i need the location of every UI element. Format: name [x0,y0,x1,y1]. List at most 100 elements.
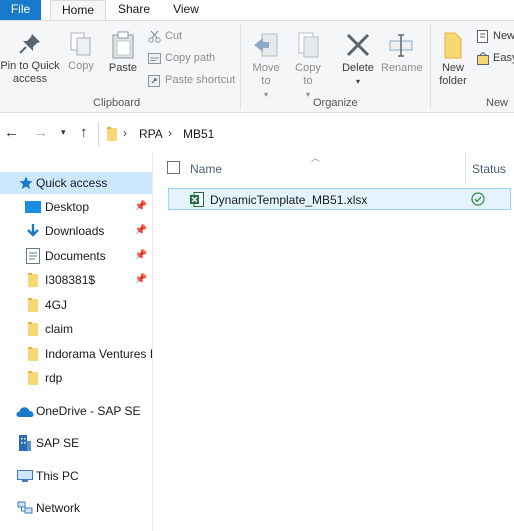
organize-group-label: Organize [313,97,358,109]
breadcrumb-mb51[interactable]: MB51 [183,127,214,141]
desktop-icon [25,201,41,213]
nav-item-label: I308381$ [45,273,96,287]
tab-view[interactable]: View [172,0,200,20]
file-name: DynamicTemplate_MB51.xlsx [210,193,368,207]
address-field[interactable]: › RPA › MB51 [98,122,514,146]
ribbon: Pin to Quick access Copy Paste Cut Copy … [0,20,514,113]
delete-x-icon [346,33,370,57]
nav-this-pc-label: This PC [36,469,79,483]
nav-item-desktop[interactable]: Desktop 📌 [0,196,152,218]
onedrive-cloud-icon [16,407,34,417]
breadcrumb-rpa[interactable]: RPA [139,127,163,141]
delete-label: Delete [342,62,374,74]
nav-item-label: Documents [45,249,106,263]
move-to-button[interactable]: Move to ▾ [248,31,284,101]
recent-locations-chevron-icon[interactable]: ▾ [61,127,66,138]
folder-icon [28,347,38,361]
nav-this-pc[interactable]: This PC [0,465,152,487]
new-group-label: New [486,97,509,109]
breadcrumb-separator-icon: › [168,126,172,140]
clipboard-group-label: Clipboard [93,97,141,109]
scissors-icon [148,30,161,43]
delete-button[interactable]: Delete ▾ [339,31,377,88]
ribbon-separator [240,24,241,110]
paste-label: Paste [108,62,138,74]
move-to-label: Move to [252,62,280,87]
column-divider[interactable] [465,152,466,184]
nav-item-rdp[interactable]: rdp [0,367,152,389]
cut-button[interactable]: Cut [148,27,182,45]
move-to-dropdown-arrow: ▾ [263,90,268,99]
nav-item-label: Downloads [45,224,105,238]
nav-sap-se-label: SAP SE [36,436,80,450]
nav-item-i308381[interactable]: I308381$ 📌 [0,269,152,291]
nav-quick-access-label: Quick access [36,176,108,190]
nav-item-4gj[interactable]: 4GJ [0,294,152,316]
nav-item-downloads[interactable]: Downloads 📌 [0,220,152,242]
nav-item-indorama-ventures[interactable]: Indorama Ventures I [0,343,152,365]
folder-icon [28,273,38,287]
pin-icon [19,34,40,54]
new-folder-button[interactable]: New folder [436,31,470,88]
rename-icon [389,34,413,57]
new-item-label: New [493,30,514,42]
copy-to-button[interactable]: Copy to ▾ [290,31,326,101]
cut-label: Cut [165,30,183,42]
copy-path-button[interactable]: Copy path [148,49,215,67]
rename-button[interactable]: Rename [381,31,423,75]
copy-path-icon [148,52,161,64]
column-status-header[interactable]: Status [472,162,506,176]
paste-shortcut-button[interactable]: Paste shortcut [148,71,235,89]
new-item-button[interactable]: New [477,27,514,45]
move-to-icon [254,33,278,57]
tab-home[interactable]: Home [50,0,106,20]
copy-to-label: Copy to [295,62,321,87]
nav-item-label: 4GJ [45,298,68,312]
select-all-checkbox[interactable] [167,161,180,174]
new-item-icon [477,29,488,43]
file-list: ︿ Name Status DynamicTemplate_MB51.xlsx [154,152,514,531]
folder-icon [28,371,38,385]
back-arrow-icon[interactable]: ← [4,124,19,141]
ribbon-separator [430,24,431,110]
tab-file[interactable]: File [0,0,41,20]
column-header: ︿ Name Status [154,152,514,184]
paste-button[interactable]: Paste [106,31,140,75]
ribbon-tabs: File Home Share View [0,0,514,20]
nav-item-documents[interactable]: Documents 📌 [0,245,152,267]
pin-to-quick-access-label: Pin to Quick access [0,60,60,85]
paste-shortcut-label: Paste shortcut [165,74,236,86]
up-arrow-icon[interactable]: ↑ [80,124,88,141]
forward-arrow-icon[interactable]: → [33,124,48,141]
building-icon [19,435,31,451]
pin-icon[interactable]: 📌 [135,196,147,218]
copy-path-label: Copy path [165,52,216,64]
nav-item-claim[interactable]: claim [0,318,152,340]
pin-icon[interactable]: 📌 [135,269,147,291]
tab-share[interactable]: Share [118,0,150,20]
copy-to-icon [298,32,319,58]
rename-label: Rename [381,62,423,74]
nav-quick-access[interactable]: Quick access [0,172,152,194]
file-row[interactable]: DynamicTemplate_MB51.xlsx [168,188,511,210]
pin-to-quick-access-button[interactable]: Pin to Quick access [0,31,60,86]
network-icon [17,501,33,514]
nav-onedrive[interactable]: OneDrive - SAP SE [0,400,152,422]
documents-icon [26,248,40,264]
copy-icon [70,32,91,56]
clipboard-icon [112,31,134,59]
folder-icon [28,322,38,336]
copy-button[interactable]: Copy [64,31,98,73]
new-folder-label: New folder [439,62,467,87]
download-icon [27,224,39,237]
nav-sap-se[interactable]: SAP SE [0,432,152,454]
nav-network[interactable]: Network [0,497,152,519]
nav-onedrive-label: OneDrive - SAP SE [36,404,141,418]
star-icon [19,176,33,189]
easy-access-button[interactable]: Easy [477,49,514,67]
pin-icon[interactable]: 📌 [135,245,147,267]
column-name-header[interactable]: Name [190,162,222,176]
sort-caret-icon: ︿ [311,153,321,163]
pin-icon[interactable]: 📌 [135,220,147,242]
breadcrumb-separator-icon: › [123,126,127,140]
